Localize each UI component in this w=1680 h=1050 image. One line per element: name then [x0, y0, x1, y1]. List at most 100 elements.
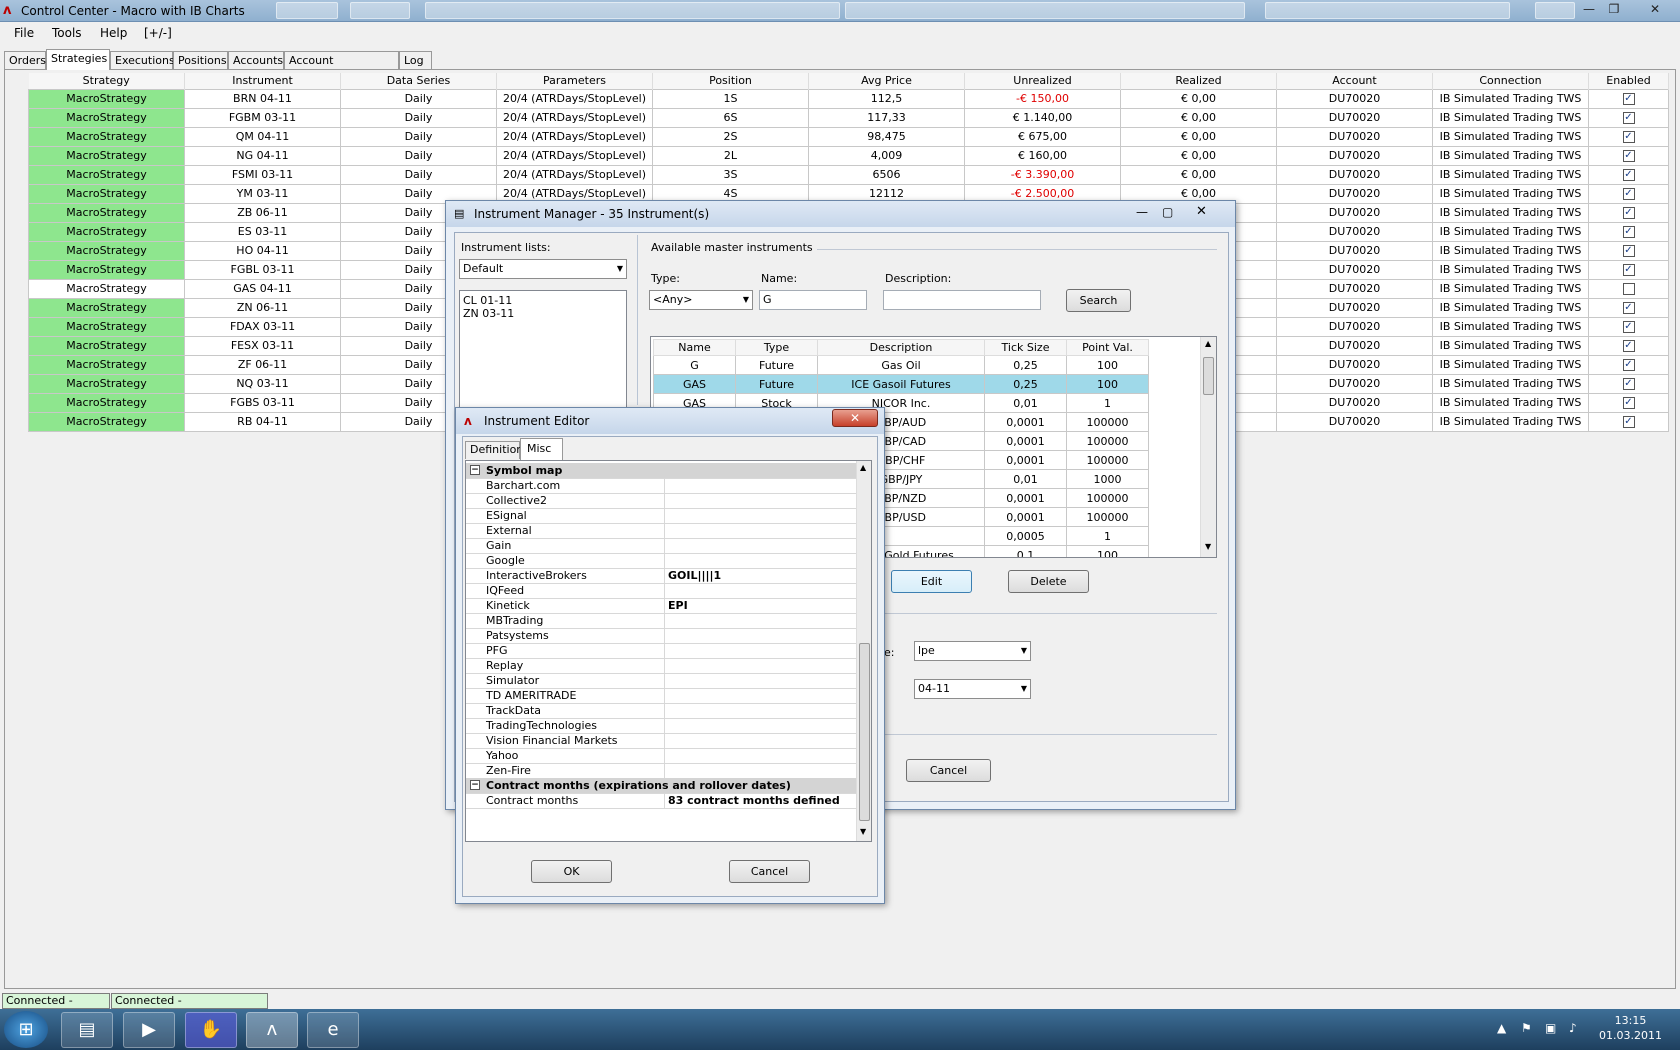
- tab-executions[interactable]: Executions: [110, 51, 175, 70]
- property-row[interactable]: IQFeed: [466, 583, 858, 599]
- explorer-icon[interactable]: ▤: [61, 1012, 113, 1048]
- name-field[interactable]: G: [759, 290, 867, 310]
- property-row[interactable]: Vision Financial Markets: [466, 733, 858, 749]
- property-row[interactable]: Gain: [466, 538, 858, 554]
- enabled-checkbox[interactable]: [1622, 283, 1635, 295]
- property-row[interactable]: Patsystems: [466, 628, 858, 644]
- minimize-icon[interactable]: —: [1136, 205, 1148, 219]
- category-symbol-map[interactable]: − Symbol map: [466, 463, 858, 479]
- property-value[interactable]: [664, 764, 858, 779]
- column-header[interactable]: Unrealized: [964, 73, 1121, 89]
- property-row[interactable]: MBTrading: [466, 613, 858, 629]
- table-row[interactable]: G Future Gas Oil 0,25 100: [653, 355, 1149, 375]
- property-value[interactable]: 83 contract months defined: [664, 794, 858, 809]
- ninjatrader-icon[interactable]: ʌ: [246, 1012, 298, 1048]
- scroll-thumb[interactable]: [1203, 357, 1214, 395]
- enabled-checkbox[interactable]: ✓: [1622, 397, 1635, 409]
- search-button[interactable]: Search: [1066, 289, 1131, 312]
- property-row[interactable]: Yahoo: [466, 748, 858, 764]
- column-header[interactable]: Description: [817, 339, 985, 356]
- column-header[interactable]: Name: [653, 339, 736, 356]
- column-header[interactable]: Connection: [1432, 73, 1589, 89]
- field-select-1[interactable]: lpe ▼: [914, 641, 1031, 661]
- enabled-checkbox[interactable]: ✓: [1622, 245, 1635, 257]
- volume-icon[interactable]: ♪: [1569, 1021, 1577, 1035]
- edit-button[interactable]: Edit: [891, 570, 972, 593]
- category-contract-months[interactable]: − Contract months (expirations and rollov…: [466, 778, 858, 794]
- property-value[interactable]: [664, 524, 858, 539]
- list-item[interactable]: CL 01-11: [463, 294, 512, 307]
- tray-arrow-icon[interactable]: ▲: [1497, 1021, 1506, 1035]
- enabled-checkbox[interactable]: ✓: [1622, 93, 1635, 105]
- property-value[interactable]: [664, 719, 858, 734]
- instrument-list-box[interactable]: CL 01-11 ZN 03-11: [459, 290, 627, 410]
- column-header[interactable]: Strategy: [28, 73, 185, 89]
- column-header[interactable]: Data Series: [340, 73, 497, 89]
- ok-button[interactable]: OK: [531, 860, 612, 883]
- tab-accounts[interactable]: Accounts: [228, 51, 284, 70]
- property-row[interactable]: TradingTechnologies: [466, 718, 858, 734]
- property-value[interactable]: [664, 704, 858, 719]
- property-row[interactable]: Collective2: [466, 493, 858, 509]
- list-item[interactable]: ZN 03-11: [463, 307, 514, 320]
- tab-definition[interactable]: Definition: [465, 441, 523, 459]
- property-value[interactable]: [664, 494, 858, 509]
- property-row[interactable]: Zen-Fire: [466, 763, 858, 779]
- type-select[interactable]: <Any> ▼: [649, 290, 753, 310]
- tab-misc[interactable]: Misc: [520, 438, 563, 460]
- enabled-checkbox[interactable]: ✓: [1622, 302, 1635, 314]
- table-row[interactable]: MacroStrategy BRN 04-11 Daily 20/4 (ATRDays…: [28, 88, 1669, 109]
- column-header[interactable]: Point Val.: [1066, 339, 1149, 356]
- column-header[interactable]: Avg Price: [808, 73, 965, 89]
- property-value[interactable]: [664, 659, 858, 674]
- property-row[interactable]: Contract months 83 contract months define…: [466, 793, 858, 809]
- enabled-checkbox[interactable]: ✓: [1622, 207, 1635, 219]
- column-header[interactable]: Parameters: [496, 73, 653, 89]
- property-row[interactable]: Barchart.com: [466, 478, 858, 494]
- scroll-thumb[interactable]: [859, 643, 870, 821]
- column-header[interactable]: Tick Size: [984, 339, 1067, 356]
- collapse-icon[interactable]: −: [470, 465, 480, 475]
- menu-file[interactable]: File: [14, 26, 34, 40]
- app-icon-2[interactable]: ✋: [185, 1012, 237, 1048]
- scroll-down-icon[interactable]: ▼: [860, 827, 866, 836]
- property-value[interactable]: [664, 584, 858, 599]
- property-row[interactable]: ESignal: [466, 508, 858, 524]
- flag-icon[interactable]: ⚑: [1521, 1021, 1532, 1035]
- property-value[interactable]: [664, 614, 858, 629]
- property-row[interactable]: PFG: [466, 643, 858, 659]
- field-select-2[interactable]: 04-11 ▼: [914, 679, 1031, 699]
- tab-account-performance[interactable]: Account Performance: [284, 51, 399, 84]
- minimize-icon[interactable]: —: [1578, 1, 1600, 18]
- column-header[interactable]: Realized: [1120, 73, 1277, 89]
- property-row[interactable]: Simulator: [466, 673, 858, 689]
- column-header[interactable]: Type: [735, 339, 818, 356]
- enabled-checkbox[interactable]: ✓: [1622, 150, 1635, 162]
- property-value[interactable]: [664, 689, 858, 704]
- property-row[interactable]: Replay: [466, 658, 858, 674]
- property-value[interactable]: [664, 509, 858, 524]
- editor-cancel-button[interactable]: Cancel: [729, 860, 810, 883]
- property-value[interactable]: [664, 479, 858, 494]
- table-row[interactable]: GAS Future ICE Gasoil Futures 0,25 100: [653, 374, 1149, 394]
- manager-cancel-button[interactable]: Cancel: [906, 759, 991, 782]
- start-button[interactable]: ⊞: [4, 1011, 48, 1048]
- media-player-icon[interactable]: ▶: [123, 1012, 175, 1048]
- property-value[interactable]: GOIL||||1: [664, 569, 858, 584]
- enabled-checkbox[interactable]: ✓: [1622, 416, 1635, 428]
- scroll-up-icon[interactable]: ▲: [860, 463, 866, 472]
- table-row[interactable]: MacroStrategy QM 04-11 Daily 20/4 (ATRDays/…: [28, 126, 1669, 147]
- tab-orders[interactable]: Orders: [4, 51, 46, 70]
- column-header[interactable]: Enabled: [1588, 73, 1669, 89]
- property-row[interactable]: Google: [466, 553, 858, 569]
- column-header[interactable]: Position: [652, 73, 809, 89]
- vertical-scrollbar[interactable]: ▲ ▼: [1200, 337, 1216, 557]
- enabled-checkbox[interactable]: ✓: [1622, 226, 1635, 238]
- table-row[interactable]: MacroStrategy NG 04-11 Daily 20/4 (ATRDays/…: [28, 145, 1669, 166]
- instrument-list-select[interactable]: Default ▼: [459, 259, 627, 279]
- enabled-checkbox[interactable]: ✓: [1622, 188, 1635, 200]
- property-value[interactable]: [664, 629, 858, 644]
- scroll-down-icon[interactable]: ▼: [1205, 542, 1211, 551]
- vertical-scrollbar[interactable]: ▲ ▼: [856, 461, 871, 841]
- clock[interactable]: 13:15 01.03.2011: [1599, 1013, 1662, 1043]
